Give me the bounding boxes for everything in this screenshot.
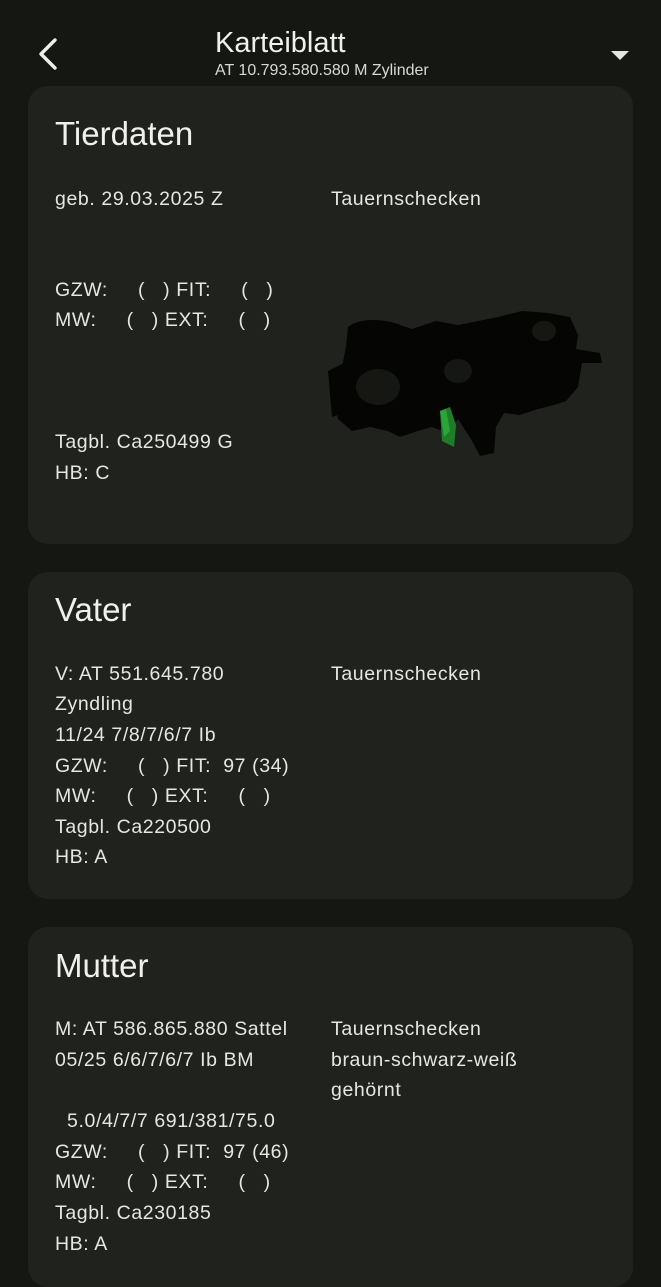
animal-photo[interactable] — [308, 291, 608, 461]
page-subtitle: AT 10.793.580.580 M Zylinder — [215, 62, 429, 79]
page-title: Karteiblatt — [215, 27, 346, 59]
vater-id: V: AT 551.645.780 — [55, 663, 225, 685]
mutter-id: M: AT 586.865.880 Sattel — [55, 1018, 288, 1040]
vater-name: Zyndling — [55, 693, 134, 715]
vater-card: Vater V: AT 551.645.780 Tauernschecken Z… — [28, 572, 633, 899]
breed: Tauernschecken — [331, 188, 482, 210]
mutter-color: braun-schwarz-weiß — [331, 1049, 518, 1071]
mutter-gzw-fit: GZW: ( ) FIT: 97 (46) — [55, 1141, 290, 1163]
back-button[interactable] — [30, 34, 66, 74]
mutter-title: Mutter — [55, 947, 149, 984]
vater-tagesblatt: Tagbl. Ca220500 — [55, 816, 212, 838]
gzw-fit: GZW: ( ) FIT: ( ) — [55, 279, 274, 301]
mutter-measures: 5.0/4/7/7 691/381/75.0 — [55, 1110, 276, 1132]
vater-breed: Tauernschecken — [331, 663, 482, 685]
vater-mw-ext: MW: ( ) EXT: ( ) — [55, 785, 271, 807]
vater-herdbuch: HB: A — [55, 846, 108, 868]
vater-title: Vater — [55, 591, 132, 628]
mutter-breed: Tauernschecken — [331, 1018, 482, 1040]
mutter-card: Mutter M: AT 586.865.880 Sattel Tauernsc… — [28, 927, 633, 1287]
caret-down-icon — [611, 51, 629, 60]
chevron-left-icon — [39, 38, 57, 70]
vater-gzw-fit: GZW: ( ) FIT: 97 (34) — [55, 755, 290, 777]
tagesblatt: Tagbl. Ca250499 G — [55, 431, 234, 453]
vater-eval: 11/24 7/8/7/6/7 Ib — [55, 724, 217, 746]
mw-ext: MW: ( ) EXT: ( ) — [55, 309, 271, 331]
tierdaten-title: Tierdaten — [55, 115, 194, 152]
tierdaten-card: Tierdaten geb. 29.03.2025 Z Tauernscheck… — [28, 86, 633, 544]
birth-date: geb. 29.03.2025 Z — [55, 188, 224, 210]
app-bar: Karteiblatt AT 10.793.580.580 M Zylinder — [0, 0, 661, 100]
mutter-mw-ext: MW: ( ) EXT: ( ) — [55, 1171, 271, 1193]
herdbuch: HB: C — [55, 462, 111, 484]
mutter-tagesblatt: Tagbl. Ca230185 — [55, 1202, 212, 1224]
title-group: Karteiblatt AT 10.793.580.580 M Zylinder — [215, 26, 429, 82]
dropdown-button[interactable] — [604, 44, 636, 68]
mutter-eval: 05/25 6/6/7/6/7 Ib BM — [55, 1049, 255, 1071]
mutter-herdbuch: HB: A — [55, 1233, 108, 1255]
mutter-horn: gehörnt — [331, 1079, 402, 1101]
